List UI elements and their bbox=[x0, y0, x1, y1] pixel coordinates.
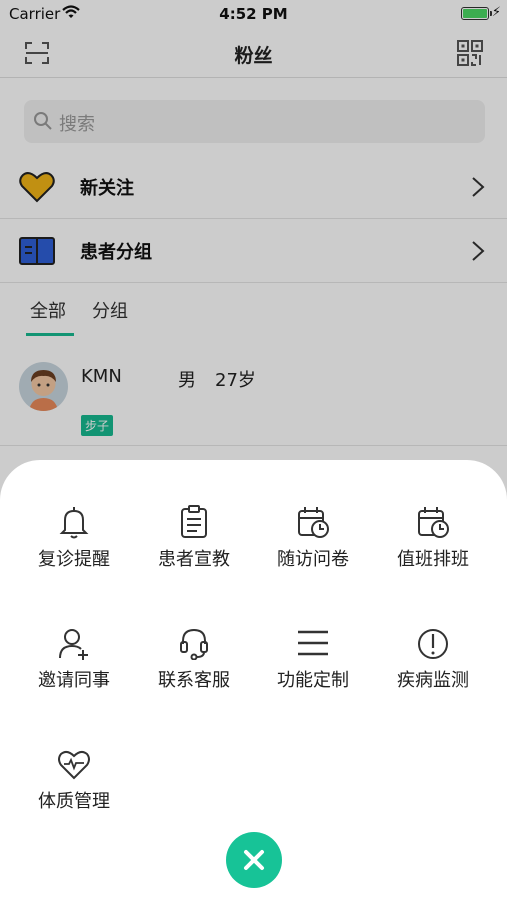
calendar-clock-icon bbox=[298, 507, 329, 538]
menu-item-label: 患者宣教 bbox=[158, 549, 230, 570]
close-icon bbox=[244, 850, 264, 870]
heart-pulse-icon bbox=[58, 750, 90, 780]
menu-item-followup-survey[interactable]: 随访问卷 bbox=[253, 505, 373, 595]
headset-icon bbox=[180, 628, 208, 660]
menu-item-disease-monitoring[interactable]: 疾病监测 bbox=[373, 626, 493, 716]
screen: Carrier 4:52 PM ⚡ 粉丝 搜索 新关注 患者分组 全部 分组 K… bbox=[0, 0, 507, 900]
clipboard-icon bbox=[181, 505, 207, 538]
menu-item-label: 随访问卷 bbox=[277, 549, 349, 570]
menu-item-constitution-management[interactable]: 体质管理 bbox=[14, 747, 134, 837]
menu-item-label: 疾病监测 bbox=[397, 670, 469, 691]
menu-item-patient-education[interactable]: 患者宣教 bbox=[134, 505, 254, 595]
menu-item-label: 功能定制 bbox=[277, 670, 349, 691]
menu-item-followup-reminder[interactable]: 复诊提醒 bbox=[14, 505, 134, 595]
close-menu-button[interactable] bbox=[226, 832, 282, 888]
menu-item-duty-schedule[interactable]: 值班排班 bbox=[373, 505, 493, 595]
menu-item-contact-support[interactable]: 联系客服 bbox=[134, 626, 254, 716]
menu-item-invite-colleague[interactable]: 邀请同事 bbox=[14, 626, 134, 716]
menu-lines-icon bbox=[298, 630, 328, 656]
menu-item-label: 体质管理 bbox=[38, 791, 110, 812]
add-user-icon bbox=[59, 629, 88, 660]
menu-item-label: 邀请同事 bbox=[38, 670, 110, 691]
bell-icon bbox=[59, 507, 89, 539]
menu-item-label: 值班排班 bbox=[397, 549, 469, 570]
menu-item-custom-features[interactable]: 功能定制 bbox=[253, 626, 373, 716]
calendar-clock-icon bbox=[418, 507, 449, 538]
alert-circle-icon bbox=[418, 629, 448, 659]
menu-item-label: 联系客服 bbox=[158, 670, 230, 691]
menu-item-label: 复诊提醒 bbox=[38, 549, 110, 570]
